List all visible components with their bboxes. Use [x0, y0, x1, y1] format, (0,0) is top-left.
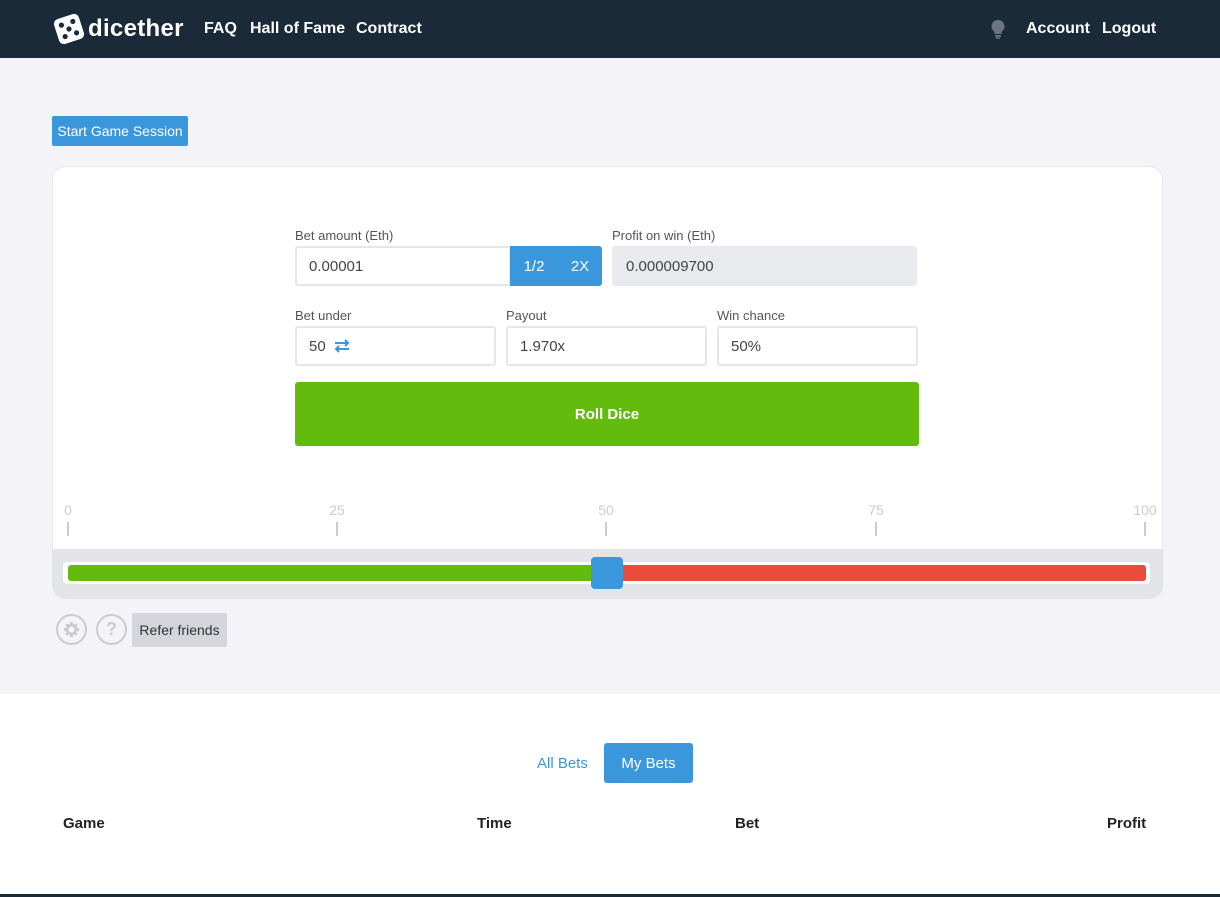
question-icon: ?	[106, 619, 117, 639]
help-button[interactable]: ?	[96, 614, 127, 645]
scale-tick-mark	[1144, 522, 1146, 536]
scale-tick-mark	[875, 522, 877, 536]
column-header-bet: Bet	[735, 815, 760, 832]
lose-range-bar	[606, 565, 1146, 581]
bet-amount-input[interactable]: 0.00001	[295, 246, 511, 286]
profit-on-win-label: Profit on win (Eth)	[612, 228, 716, 243]
gear-icon	[63, 621, 80, 638]
profit-on-win-field: 0.000009700	[612, 246, 917, 286]
bet-under-label: Bet under	[295, 308, 352, 323]
start-game-session-button[interactable]: Start Game Session	[52, 116, 188, 146]
column-header-time: Time	[477, 815, 512, 832]
win-range-bar	[68, 565, 608, 581]
half-bet-button[interactable]: 1/2	[510, 246, 558, 286]
payout-input[interactable]: 1.970x	[506, 326, 707, 366]
bet-amount-label: Bet amount (Eth)	[295, 228, 394, 243]
nav-link-account[interactable]: Account	[1026, 20, 1090, 38]
nav-link-hall-of-fame[interactable]: Hall of Fame	[250, 20, 345, 38]
roll-dice-button[interactable]: Roll Dice	[295, 382, 919, 446]
bet-under-input[interactable]: 50	[295, 326, 496, 366]
nav-link-contract[interactable]: Contract	[356, 20, 422, 38]
nav-link-faq[interactable]: FAQ	[204, 20, 237, 38]
scale-tick-mark	[336, 522, 338, 536]
swap-arrows-icon[interactable]	[333, 339, 351, 353]
dice-icon	[53, 13, 85, 45]
scale-tick-label: 50	[598, 502, 614, 518]
tab-my-bets[interactable]: My Bets	[604, 743, 693, 783]
scale-tick-label: 75	[868, 502, 884, 518]
tab-all-bets[interactable]: All Bets	[537, 755, 588, 772]
scale-tick-mark	[605, 522, 607, 536]
column-header-game: Game	[63, 815, 105, 832]
bet-under-value: 50	[309, 337, 326, 355]
payout-label: Payout	[506, 308, 547, 323]
win-chance-label: Win chance	[717, 308, 785, 323]
settings-button[interactable]	[56, 614, 87, 645]
brand-name: dicether	[88, 15, 184, 42]
nav-link-logout[interactable]: Logout	[1102, 20, 1156, 38]
scale-tick-label: 25	[329, 502, 345, 518]
brand-logo[interactable]: dicether	[52, 13, 184, 45]
lightbulb-icon[interactable]	[990, 19, 1006, 39]
scale-tick-label: 0	[64, 502, 72, 518]
bet-slider-handle[interactable]	[591, 557, 623, 589]
top-navbar: dicether FAQ Hall of Fame Contract Accou…	[0, 0, 1220, 58]
bets-section	[0, 694, 1220, 897]
win-chance-input[interactable]: 50%	[717, 326, 918, 366]
scale-tick-label: 100	[1133, 502, 1157, 518]
bet-multiplier-group: 1/2 2X	[510, 246, 602, 286]
column-header-profit: Profit	[1107, 815, 1147, 832]
double-bet-button[interactable]: 2X	[558, 246, 602, 286]
scale-tick-mark	[67, 522, 69, 536]
refer-friends-button[interactable]: Refer friends	[132, 613, 227, 647]
